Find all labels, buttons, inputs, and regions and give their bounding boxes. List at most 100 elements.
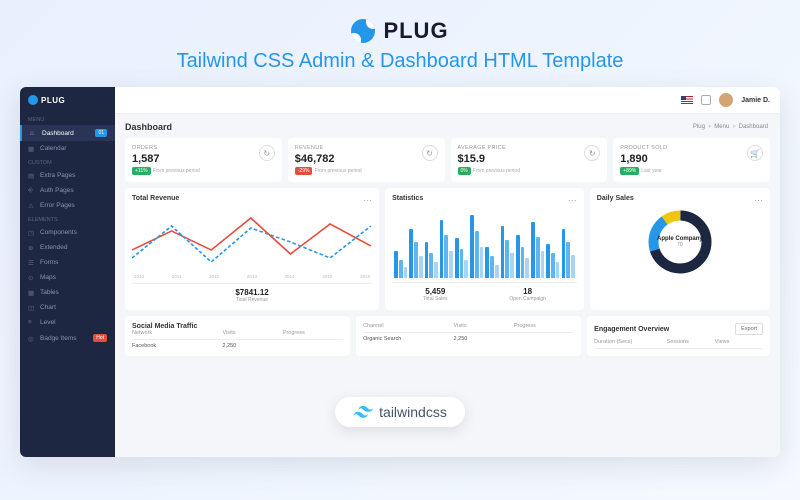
stat-change: -29% From previous period: [295, 167, 438, 175]
stat-note: From previous period: [314, 168, 361, 174]
dashboard-window: PLUG Menu ⌂ Dashboard 01 ▦ Calendar Cust…: [20, 87, 780, 457]
form-icon: ☰: [28, 259, 35, 266]
table-engagement: Engagement Overview Export Duration (Sec…: [587, 316, 770, 356]
sidebar-item-chart[interactable]: ◫ Chart: [20, 300, 115, 315]
chart-card-daily: Daily Sales ⋯ Apple Company 70: [590, 188, 770, 310]
cell: Organic Search: [363, 336, 453, 342]
fullscreen-icon[interactable]: [701, 95, 711, 105]
breadcrumb-item[interactable]: Menu: [714, 124, 729, 130]
sidebar-section-elements: Elements: [20, 213, 115, 225]
footer-label: Total Sales: [423, 296, 447, 302]
tables-row: Social Media Traffic Network Visits Prog…: [125, 316, 770, 356]
sidebar-logo[interactable]: PLUG: [20, 95, 115, 113]
sidebar-item-auth[interactable]: ⎆ Auth Pages: [20, 183, 115, 198]
stat-label: PRODUCT SOLD: [620, 145, 763, 151]
flag-icon[interactable]: [681, 96, 693, 104]
sidebar: PLUG Menu ⌂ Dashboard 01 ▦ Calendar Cust…: [20, 87, 115, 457]
sidebar-item-label: Level: [40, 319, 56, 326]
hot-badge: Hot: [93, 334, 107, 342]
col-header: Sessions: [667, 339, 715, 345]
sidebar-item-label: Auth Pages: [40, 187, 74, 194]
sidebar-item-forms[interactable]: ☰ Forms: [20, 255, 115, 270]
sidebar-item-dashboard[interactable]: ⌂ Dashboard 01: [20, 125, 115, 141]
table-channel: Channel Visits Progress Organic Search 2…: [356, 316, 581, 356]
chart-footer: $7841.12 Total Revenue: [132, 283, 372, 303]
more-icon[interactable]: ⋯: [754, 195, 763, 206]
more-icon[interactable]: ⋯: [363, 195, 372, 206]
donut-center: Apple Company 70: [657, 236, 703, 248]
sidebar-item-label: Dashboard: [42, 130, 74, 137]
cell: Facebook: [132, 343, 222, 349]
stat-label: ORDERS: [132, 145, 275, 151]
col-header: Views: [715, 339, 763, 345]
sidebar-item-maps[interactable]: ⊙ Maps: [20, 270, 115, 285]
user-name[interactable]: Jamie D.: [741, 97, 770, 104]
badge-icon: ◎: [28, 335, 35, 342]
sidebar-item-level[interactable]: ≡ Level: [20, 315, 115, 330]
table-header-row: Channel Visits Progress: [363, 323, 574, 333]
map-icon: ⊙: [28, 274, 35, 281]
topbar: Jamie D.: [115, 87, 780, 114]
stat-change: 0% From previous period: [458, 167, 601, 175]
footer-value: $7841.12: [235, 288, 268, 297]
home-icon: ⌂: [30, 130, 37, 137]
table-title: Social Media Traffic: [132, 323, 343, 330]
stat-card-avg: ↻ AVERAGE PRICE $15.9 0% From previous p…: [451, 138, 608, 182]
sidebar-item-label: Chart: [40, 304, 56, 311]
chart-icon: ◫: [28, 304, 35, 311]
stat-value: 1,587: [132, 153, 275, 165]
table-header-row: Duration (Secs) Sessions Views: [594, 339, 763, 349]
stat-pill: +11%: [132, 167, 151, 175]
tailwind-badge-text: tailwindcss: [379, 404, 447, 420]
sidebar-item-components[interactable]: ◳ Components: [20, 225, 115, 240]
sidebar-item-label: Extended: [40, 244, 67, 251]
table-icon: ▦: [28, 289, 35, 296]
chart-title: Total Revenue: [132, 195, 372, 202]
sidebar-item-label: Calendar: [40, 145, 66, 152]
cart-icon: 🛒: [747, 145, 763, 161]
stat-value: $15.9: [458, 153, 601, 165]
sidebar-section-custom: Custom: [20, 156, 115, 168]
cell: 2,250: [454, 336, 514, 342]
chart-card-revenue: Total Revenue ⋯ 201020112012201320142015…: [125, 188, 379, 310]
stat-pill: 0%: [458, 167, 471, 175]
stat-card-sold: 🛒 PRODUCT SOLD 1,890 +89% Last year: [613, 138, 770, 182]
avatar[interactable]: [719, 93, 733, 107]
sidebar-item-calendar[interactable]: ▦ Calendar: [20, 141, 115, 156]
sidebar-logo-icon: [28, 95, 38, 105]
chart-title: Statistics: [392, 195, 577, 202]
donut-chart: Apple Company 70: [597, 206, 763, 278]
stat-pill: -29%: [295, 167, 313, 175]
more-icon[interactable]: ⋯: [568, 195, 577, 206]
sidebar-item-label: Badge Items: [40, 335, 77, 342]
col-header: Progress: [283, 330, 343, 336]
sidebar-item-label: Extra Pages: [40, 172, 75, 179]
stat-label: REVENUE: [295, 145, 438, 151]
sidebar-item-extended[interactable]: ⊕ Extended: [20, 240, 115, 255]
sidebar-item-label: Components: [40, 229, 77, 236]
export-button[interactable]: Export: [735, 323, 763, 335]
breadcrumb-item: Dashboard: [739, 124, 768, 130]
pages-icon: ▤: [28, 172, 35, 179]
sidebar-item-badge[interactable]: ◎ Badge Items Hot: [20, 330, 115, 346]
sidebar-item-tables[interactable]: ▦ Tables: [20, 285, 115, 300]
sidebar-item-error[interactable]: ⚠ Error Pages: [20, 198, 115, 213]
stat-value: 1,890: [620, 153, 763, 165]
orders-icon: ↻: [259, 145, 275, 161]
hero-banner: PLUG Tailwind CSS Admin & Dashboard HTML…: [177, 18, 624, 73]
plug-logo-icon: [351, 19, 375, 43]
stats-row: ↻ ORDERS 1,587 +11% From previous period…: [125, 138, 770, 182]
footer-value: 5,459: [423, 287, 447, 296]
sidebar-item-extra[interactable]: ▤ Extra Pages: [20, 168, 115, 183]
breadcrumb-item[interactable]: Plug: [693, 124, 705, 130]
stat-label: AVERAGE PRICE: [458, 145, 601, 151]
cell: [514, 336, 574, 342]
page-header: Dashboard Plug › Menu › Dashboard: [125, 122, 770, 132]
table-header-row: Network Visits Progress: [132, 330, 343, 340]
lock-icon: ⎆: [28, 187, 35, 194]
hero-subtitle: Tailwind CSS Admin & Dashboard HTML Temp…: [177, 50, 624, 73]
chart-footer: 5,459 Total Sales 18 Open Campaign: [392, 282, 577, 302]
col-header: Channel: [363, 323, 453, 329]
table-header: Engagement Overview Export: [594, 323, 763, 335]
tailwind-badge: tailwindcss: [335, 397, 465, 427]
